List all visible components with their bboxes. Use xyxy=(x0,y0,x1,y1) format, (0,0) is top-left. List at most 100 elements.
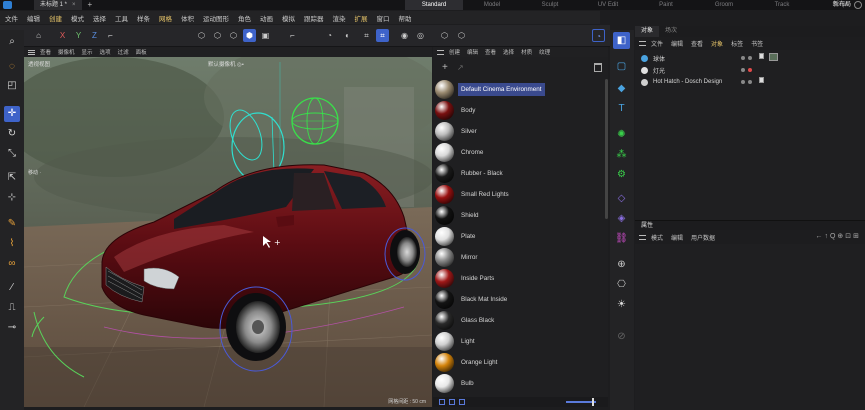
knife-icon[interactable]: ⊸ xyxy=(4,320,20,336)
material-item[interactable]: Glass Black xyxy=(433,310,608,331)
material-item[interactable]: Rubber - Black xyxy=(433,163,608,184)
subdivision-icon[interactable]: ✺ xyxy=(613,126,630,143)
layout-tab[interactable]: Paint xyxy=(637,0,695,10)
grid-view-icon[interactable] xyxy=(449,399,455,405)
axis-z-button[interactable]: Z xyxy=(88,29,101,42)
object-manager-tab[interactable]: 对象 xyxy=(635,26,660,37)
material-item[interactable]: Body xyxy=(433,100,608,121)
menu-item[interactable]: 显示 xyxy=(82,48,93,56)
text-icon[interactable]: T xyxy=(613,100,630,117)
menu-item[interactable]: 角色 xyxy=(238,13,251,23)
cube-primitive-icon[interactable]: ◧ xyxy=(613,32,630,49)
volume-icon[interactable]: ⛓ xyxy=(613,230,630,247)
material-tag-icon[interactable] xyxy=(769,53,778,61)
menu-item[interactable]: 运动图形 xyxy=(203,13,229,23)
material-item[interactable]: Small Red Lights xyxy=(433,184,608,205)
detail-view-icon[interactable] xyxy=(459,399,465,405)
tab-attributes[interactable]: 属性 xyxy=(635,223,653,229)
menu-item[interactable]: 编辑 xyxy=(467,48,478,56)
attributes-menu-icon[interactable] xyxy=(639,234,646,240)
object-tag-icon[interactable] xyxy=(759,77,764,83)
effector-icon[interactable]: ⚙ xyxy=(613,166,630,183)
new-layout-button[interactable]: 新布局 xyxy=(833,0,851,10)
visibility-toggles[interactable] xyxy=(741,65,755,75)
render-visibility-dot[interactable] xyxy=(748,56,752,60)
menu-item[interactable]: 对象 xyxy=(711,39,723,48)
menu-item[interactable]: 渲染 xyxy=(333,13,346,23)
cloner-icon[interactable]: ⁂ xyxy=(613,146,630,163)
material-item[interactable]: Default Cinema Environment xyxy=(433,79,608,100)
material-item[interactable]: Bulb xyxy=(433,373,608,394)
menu-item[interactable]: 摄像机 xyxy=(58,48,75,56)
field-icon[interactable]: ◈ xyxy=(613,210,630,227)
menu-item[interactable]: 文件 xyxy=(651,39,663,48)
material-menu-icon[interactable] xyxy=(437,49,444,55)
phong-tag-icon[interactable] xyxy=(759,53,764,59)
coordinate-system-icon[interactable]: ⌐ xyxy=(104,29,117,42)
rectangle-select-icon[interactable]: ◰ xyxy=(4,78,20,94)
render-visibility-dot[interactable] xyxy=(748,80,752,84)
sculpt-icon[interactable]: ⎍ xyxy=(4,300,20,316)
menu-item[interactable]: 选项 xyxy=(100,48,111,56)
camera-icon[interactable]: ⎔ xyxy=(613,276,630,293)
material-item[interactable]: Inside Parts xyxy=(433,268,608,289)
menu-item[interactable]: 查看 xyxy=(40,48,51,56)
menu-item[interactable]: 标签 xyxy=(731,39,743,48)
layout-tab[interactable]: Model xyxy=(463,0,521,10)
menu-item[interactable]: 查看 xyxy=(485,48,496,56)
polygon-mode-icon[interactable]: ⬡ xyxy=(227,29,240,42)
trash-icon[interactable] xyxy=(594,63,602,72)
rotate-tool-icon[interactable]: ↻ xyxy=(4,126,20,142)
teams-render-icon[interactable]: ⬡ xyxy=(455,29,468,42)
material-item[interactable]: Light xyxy=(433,331,608,352)
layout-tab[interactable]: Groom xyxy=(695,0,753,10)
close-icon[interactable]: × xyxy=(72,2,76,8)
editor-visibility-dot[interactable] xyxy=(741,80,745,84)
layout-menu-icon[interactable] xyxy=(854,1,862,9)
3d-viewport[interactable]: + 透视视图 默认摄像机 ◎• 移动 · 网格间距 : 50 cm xyxy=(24,57,432,407)
menu-item[interactable]: 文件 xyxy=(5,13,18,23)
editor-visibility-dot[interactable] xyxy=(741,56,745,60)
model-mode-icon[interactable]: ⬢ xyxy=(243,29,256,42)
snap-icon[interactable]: ⌗ xyxy=(360,29,373,42)
menu-item[interactable]: 创建 xyxy=(449,48,460,56)
layout-tab[interactable]: Standard xyxy=(405,0,463,10)
menu-item[interactable]: 工具 xyxy=(115,13,128,23)
move-tool-icon[interactable]: ✛ xyxy=(4,106,20,122)
menu-item[interactable]: 跟踪器 xyxy=(304,13,324,23)
menu-item[interactable]: 编辑 xyxy=(27,13,40,23)
deformer-icon[interactable]: ◇ xyxy=(613,190,630,207)
spline-pen-icon[interactable]: ✎ xyxy=(4,216,20,232)
render-settings-icon[interactable]: ⬡ xyxy=(438,29,451,42)
material-scrollbar[interactable] xyxy=(605,79,608,219)
menu-item[interactable]: 选择 xyxy=(93,13,106,23)
material-item[interactable]: Black Mat Inside xyxy=(433,289,608,310)
menu-item[interactable]: 书签 xyxy=(751,39,763,48)
menu-item[interactable]: 过滤 xyxy=(118,48,129,56)
visibility-toggles[interactable] xyxy=(741,77,755,87)
render-picture-icon[interactable]: ◎ xyxy=(414,29,427,42)
undo-icon[interactable]: ⌂ xyxy=(32,29,45,42)
material-item[interactable]: Chrome xyxy=(433,142,608,163)
add-material-icon[interactable]: + xyxy=(442,62,448,73)
viewport-menu-icon[interactable] xyxy=(28,49,35,55)
axis-y-button[interactable]: Y xyxy=(72,29,85,42)
menu-item[interactable]: 创建 xyxy=(49,13,62,23)
slider-handle[interactable] xyxy=(592,398,594,406)
material-item[interactable]: Shield xyxy=(433,205,608,226)
material-item[interactable]: Orange Light xyxy=(433,352,608,373)
menu-item[interactable]: 模式 xyxy=(71,13,84,23)
layout-tab[interactable]: Track xyxy=(753,0,811,10)
spline-sketch-icon[interactable]: ⌇ xyxy=(4,236,20,252)
list-view-icon[interactable] xyxy=(439,399,445,405)
add-tab-button[interactable]: + xyxy=(88,0,93,10)
object-manager-tab[interactable]: 场次 xyxy=(659,26,683,37)
object-menu-icon[interactable] xyxy=(639,41,646,46)
menu-item[interactable]: 模拟 xyxy=(282,13,295,23)
axis-tool-icon[interactable]: ⊹ xyxy=(4,190,20,206)
generator-icon[interactable]: ◆ xyxy=(613,80,630,97)
spline-primitive-icon[interactable]: ▢ xyxy=(613,58,630,75)
render-view-icon[interactable]: ◉ xyxy=(398,29,411,42)
uv-mode-icon[interactable]: ▣ xyxy=(259,29,272,42)
workplane-snap-icon[interactable]: ⌗ xyxy=(376,29,389,42)
